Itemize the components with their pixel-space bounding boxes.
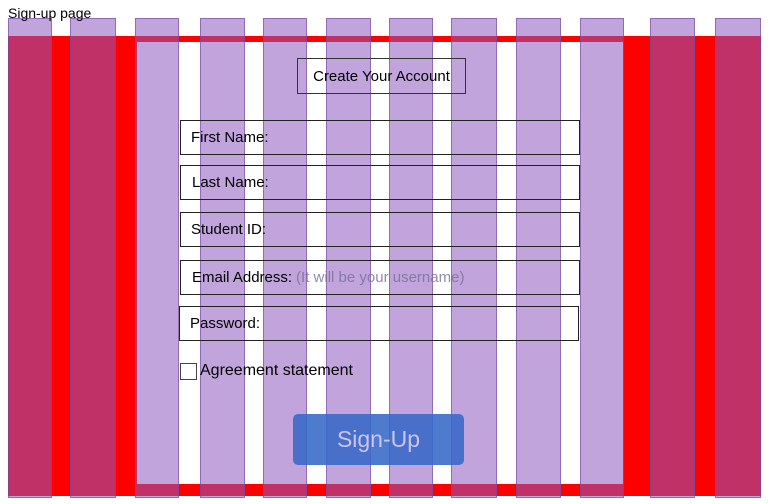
email-field[interactable]: Email Address: (It will be your username… bbox=[180, 260, 580, 295]
agreement-row: Agreement statement bbox=[180, 362, 353, 380]
student-id-label: Student ID: bbox=[191, 221, 267, 238]
wireframe-canvas: Sign-up page Create Your Account First N… bbox=[0, 0, 770, 504]
form-title: Create Your Account bbox=[297, 58, 466, 94]
email-placeholder: (It will be your username) bbox=[296, 269, 465, 286]
grid-column bbox=[135, 18, 179, 498]
grid-column bbox=[715, 18, 761, 498]
sign-up-button[interactable]: Sign-Up bbox=[293, 414, 464, 465]
first-name-field[interactable]: First Name: bbox=[180, 120, 580, 155]
first-name-label: First Name: bbox=[191, 129, 269, 146]
agreement-checkbox[interactable] bbox=[180, 362, 197, 380]
grid-column bbox=[200, 18, 245, 498]
agreement-label: Agreement statement bbox=[200, 362, 353, 379]
password-field[interactable]: Password: bbox=[179, 306, 579, 341]
grid-column bbox=[516, 18, 561, 498]
password-label: Password: bbox=[190, 315, 261, 332]
grid-column bbox=[580, 18, 624, 498]
email-label: Email Address: bbox=[192, 269, 293, 286]
grid-column bbox=[70, 18, 116, 498]
last-name-label: Last Name: bbox=[192, 174, 269, 191]
student-id-field[interactable]: Student ID: bbox=[180, 212, 580, 247]
last-name-field[interactable]: Last Name: bbox=[180, 165, 580, 200]
grid-column bbox=[8, 18, 52, 498]
page-label: Sign-up page bbox=[8, 5, 92, 21]
grid-column bbox=[650, 18, 695, 498]
